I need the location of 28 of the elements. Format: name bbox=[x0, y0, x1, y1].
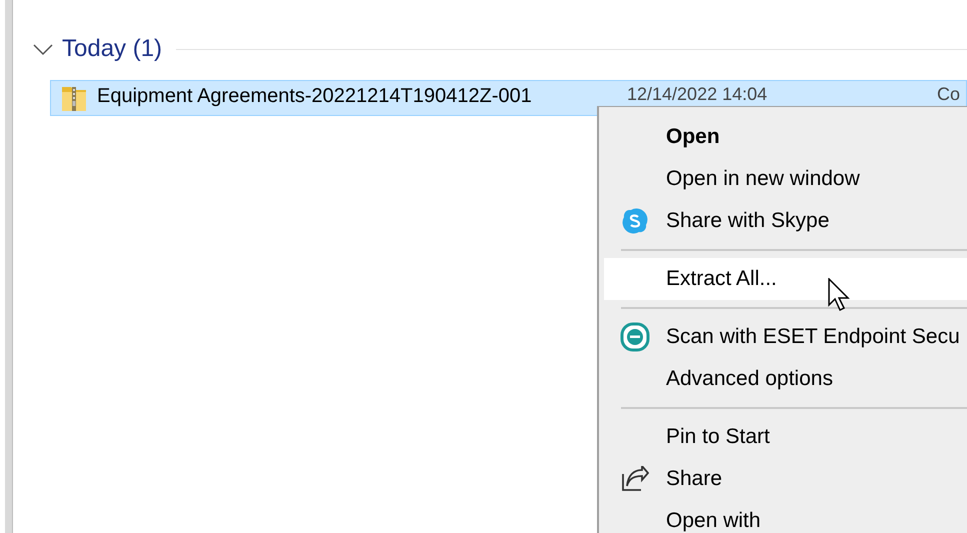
menu-item[interactable]: Open in new window bbox=[604, 158, 967, 200]
menu-item[interactable]: Extract All... bbox=[604, 258, 967, 300]
file-date: 12/14/2022 14:04 bbox=[627, 84, 768, 104]
menu-item[interactable]: Share with Skype bbox=[604, 200, 967, 242]
menu-item-label: Scan with ESET Endpoint Secu bbox=[666, 324, 960, 350]
menu-item[interactable]: Open bbox=[604, 116, 967, 158]
menu-item[interactable]: Pin to Start bbox=[604, 416, 967, 458]
menu-item-label: Open bbox=[666, 124, 720, 150]
group-header[interactable]: Today (1) bbox=[62, 31, 162, 67]
menu-item[interactable]: Scan with ESET Endpoint Secu bbox=[604, 316, 967, 358]
menu-item-label: Share bbox=[666, 466, 722, 492]
chevron-icon[interactable] bbox=[32, 42, 54, 56]
menu-item-label: Extract All... bbox=[666, 266, 777, 292]
menu-item-label: Pin to Start bbox=[666, 424, 770, 450]
menu-item-label: Open with bbox=[666, 508, 761, 533]
file-name: Equipment Agreements-20221214T190412Z-001 bbox=[97, 84, 533, 108]
menu-item-label: Open in new window bbox=[666, 166, 860, 192]
share-icon bbox=[621, 466, 649, 492]
menu-item-label: Share with Skype bbox=[666, 208, 830, 234]
menu-item[interactable]: Open with bbox=[604, 500, 967, 533]
menu-item-label: Advanced options bbox=[666, 366, 833, 392]
menu-item[interactable]: Share bbox=[604, 458, 967, 500]
skype-icon bbox=[622, 208, 648, 234]
menu-item[interactable]: Advanced options bbox=[604, 358, 967, 400]
pointer-icon bbox=[828, 278, 852, 313]
eset-icon bbox=[620, 322, 650, 352]
table-cell: Co bbox=[937, 84, 960, 104]
zip-folder-icon bbox=[61, 84, 87, 112]
